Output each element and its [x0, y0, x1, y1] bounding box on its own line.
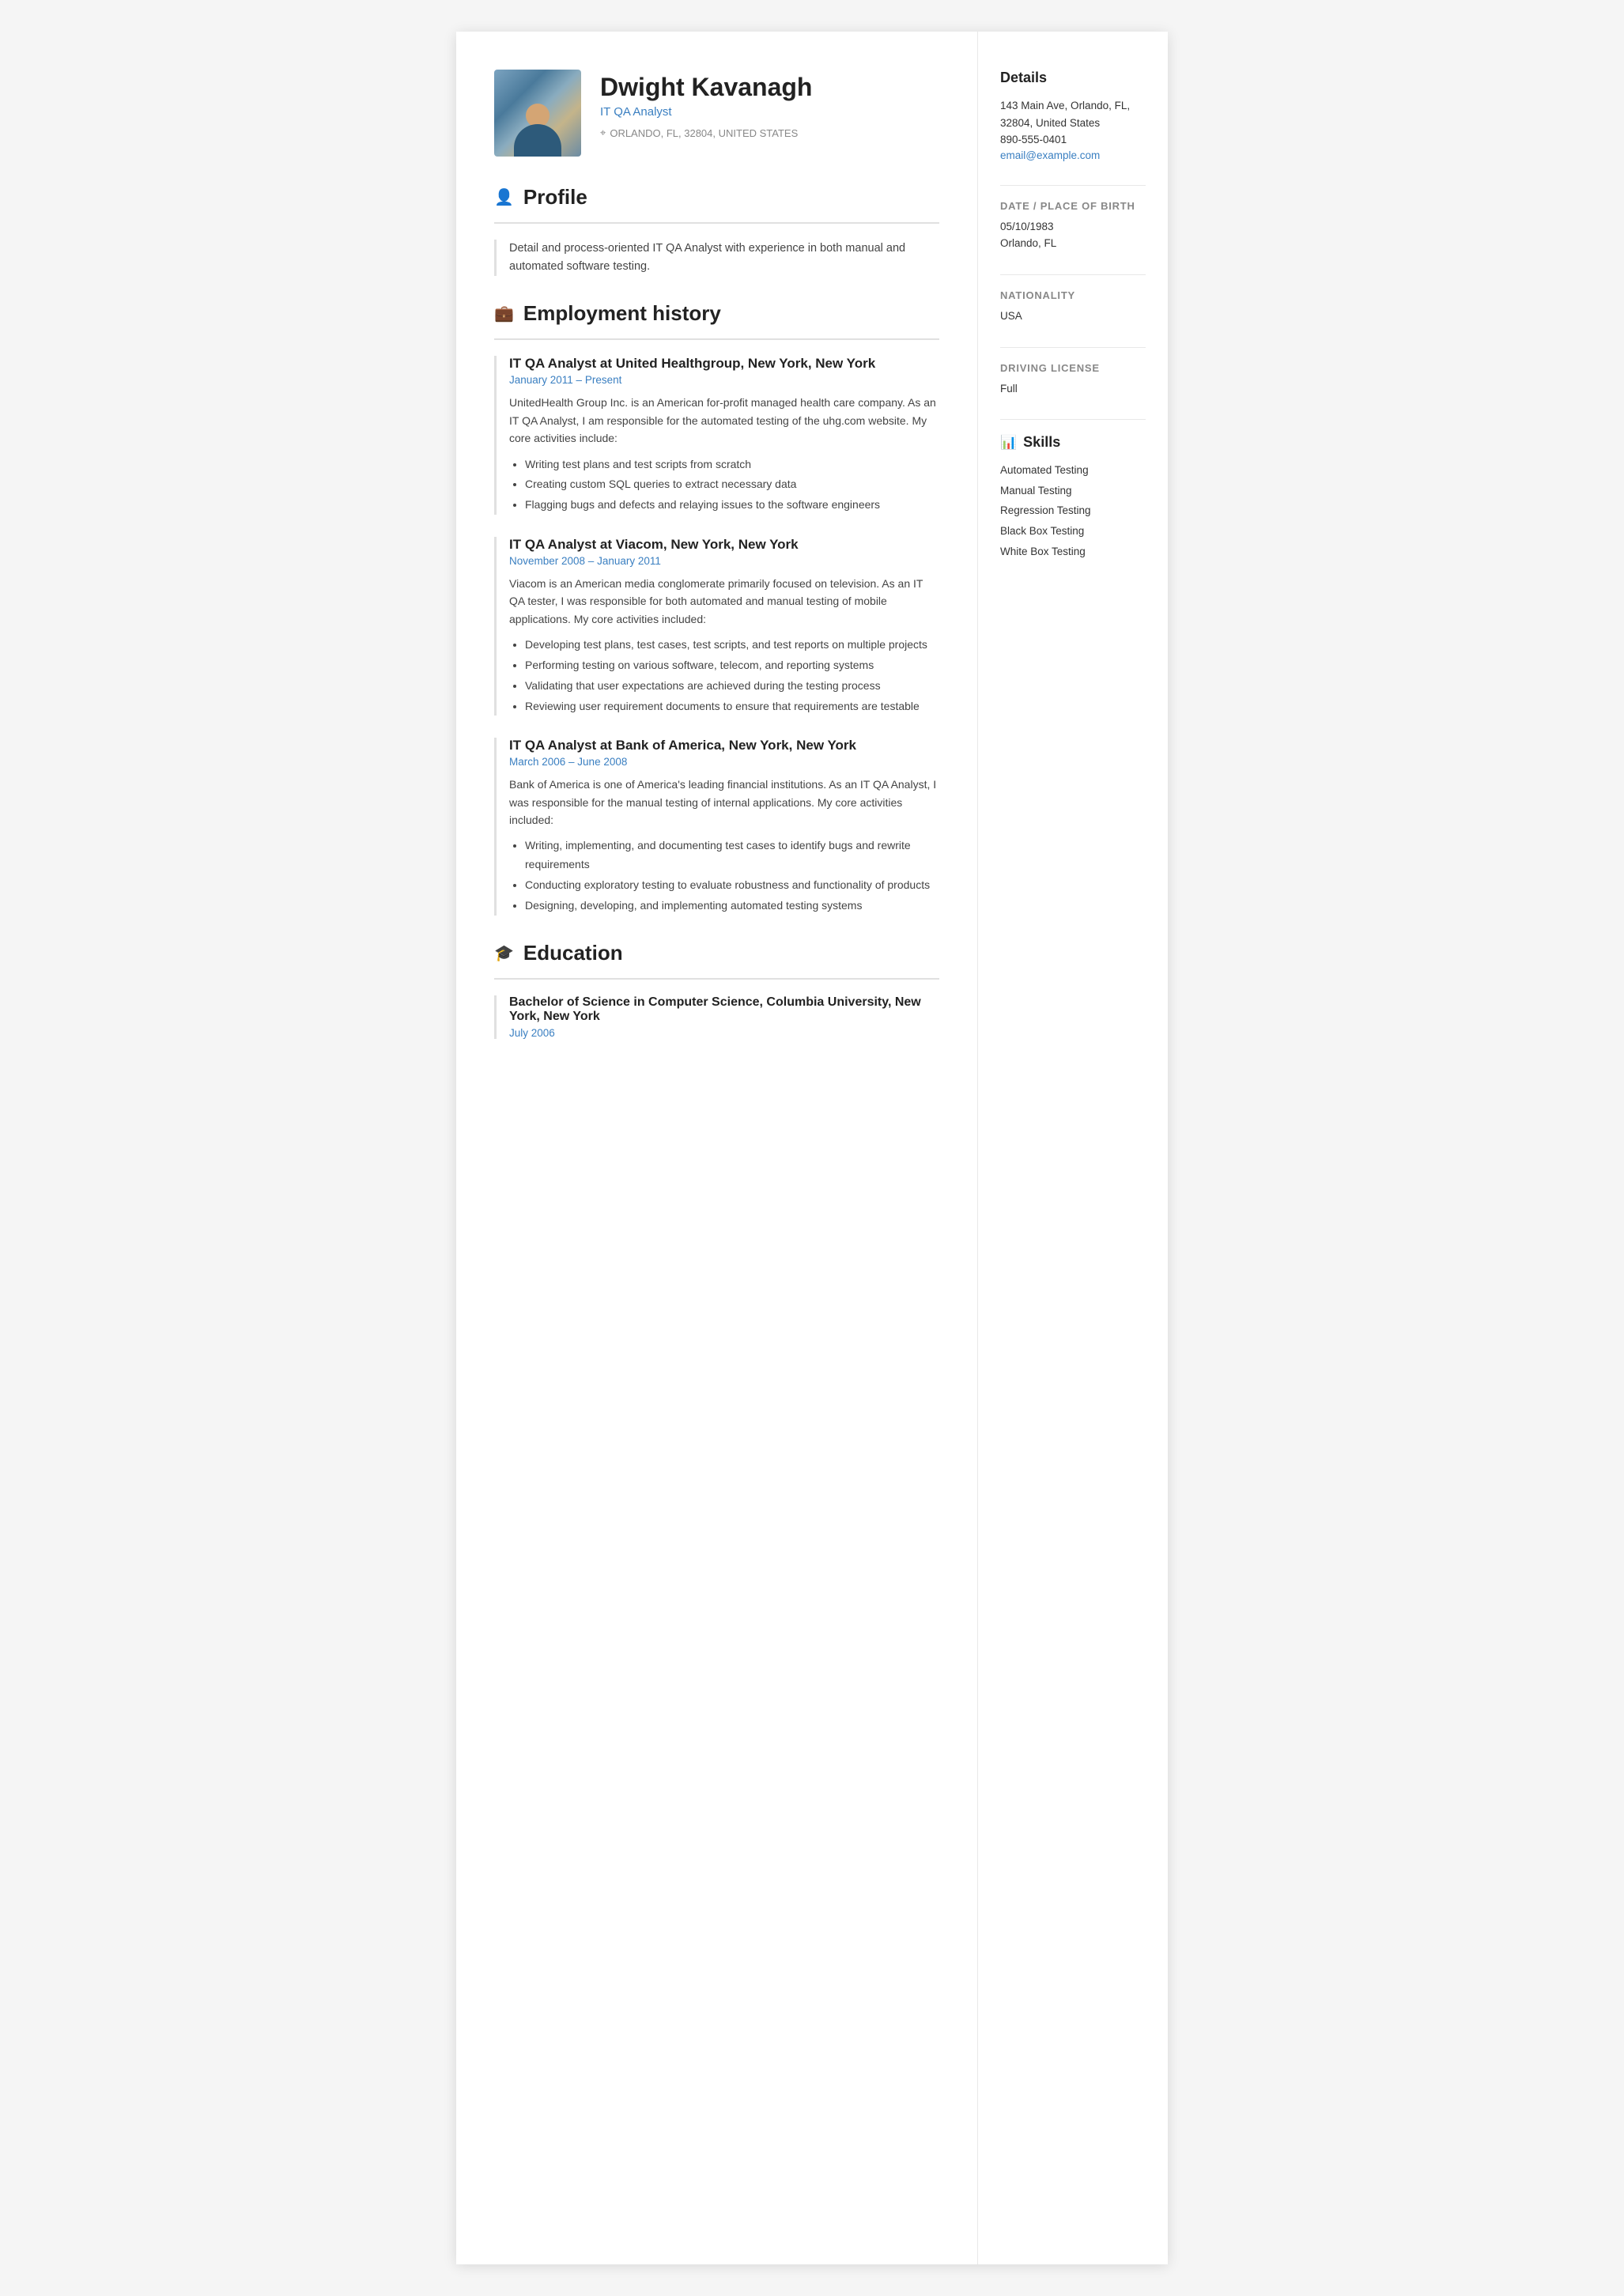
sidebar-license: Full [1000, 380, 1146, 398]
profile-section: 👤 Profile Detail and process-oriented IT… [494, 185, 939, 276]
location-text: ORLANDO, FL, 32804, UNITED STATES [610, 127, 798, 139]
skills-title: Skills [1023, 434, 1060, 451]
job-bullets-3: Writing, implementing, and documenting t… [509, 836, 939, 915]
job-desc-1: UnitedHealth Group Inc. is an American f… [509, 394, 939, 447]
job-title-1: IT QA Analyst at United Healthgroup, New… [509, 356, 939, 372]
sidebar-dob: 05/10/1983 [1000, 218, 1146, 236]
license-label: DRIVING LICENSE [1000, 362, 1146, 374]
education-divider [494, 978, 939, 980]
job-entry-3: IT QA Analyst at Bank of America, New Yo… [494, 738, 939, 915]
job-title-3: IT QA Analyst at Bank of America, New Yo… [509, 738, 939, 753]
job-bullet-2-4: Reviewing user requirement documents to … [525, 697, 939, 716]
edu-entry-1: Bachelor of Science in Computer Science,… [494, 995, 939, 1039]
profile-icon: 👤 [494, 187, 514, 207]
avatar-body [514, 124, 561, 157]
nationality-section: NATIONALITY USA [1000, 289, 1146, 325]
job-bullet-1-2: Creating custom SQL queries to extract n… [525, 475, 939, 494]
avatar [494, 70, 581, 157]
education-title: Education [523, 941, 623, 965]
profile-title: Profile [523, 185, 587, 210]
header-info: Dwight Kavanagh IT QA Analyst ⌖ ORLANDO,… [600, 70, 939, 139]
employment-heading: 💼 Employment history [494, 301, 939, 326]
skills-heading: 📊 Skills [1000, 434, 1146, 451]
sidebar-divider-1 [1000, 185, 1146, 186]
sidebar-nationality: USA [1000, 308, 1146, 325]
location-icon: ⌖ [600, 127, 606, 139]
sidebar-email[interactable]: email@example.com [1000, 149, 1100, 161]
job-bullet-1-1: Writing test plans and test scripts from… [525, 455, 939, 474]
dob-section: DATE / PLACE OF BIRTH 05/10/1983 Orlando… [1000, 200, 1146, 252]
skill-4: Black Box Testing [1000, 521, 1146, 542]
job-bullet-2-2: Performing testing on various software, … [525, 656, 939, 675]
skill-1: Automated Testing [1000, 460, 1146, 481]
skill-3: Regression Testing [1000, 500, 1146, 521]
job-title-2: IT QA Analyst at Viacom, New York, New Y… [509, 537, 939, 553]
main-column: Dwight Kavanagh IT QA Analyst ⌖ ORLANDO,… [456, 32, 978, 2264]
job-bullets-2: Developing test plans, test cases, test … [509, 636, 939, 716]
job-entry-2: IT QA Analyst at Viacom, New York, New Y… [494, 537, 939, 716]
dob-label: DATE / PLACE OF BIRTH [1000, 200, 1146, 212]
job-entry-1: IT QA Analyst at United Healthgroup, New… [494, 356, 939, 515]
sidebar-divider-3 [1000, 347, 1146, 348]
employment-title: Employment history [523, 301, 721, 326]
job-bullet-2-1: Developing test plans, test cases, test … [525, 636, 939, 655]
job-bullet-1-3: Flagging bugs and defects and relaying i… [525, 496, 939, 515]
job-bullet-3-2: Conducting exploratory testing to evalua… [525, 876, 939, 895]
job-dates-1: January 2011 – Present [509, 374, 939, 386]
skills-section: 📊 Skills Automated Testing Manual Testin… [1000, 434, 1146, 561]
job-bullet-3-1: Writing, implementing, and documenting t… [525, 836, 939, 874]
sidebar-divider-4 [1000, 419, 1146, 420]
skill-5: White Box Testing [1000, 542, 1146, 562]
details-title: Details [1000, 70, 1146, 86]
sidebar-address: 143 Main Ave, Orlando, FL, 32804, United… [1000, 97, 1146, 131]
candidate-name: Dwight Kavanagh [600, 73, 939, 102]
education-icon: 🎓 [494, 943, 514, 963]
nationality-label: NATIONALITY [1000, 289, 1146, 301]
job-desc-3: Bank of America is one of America's lead… [509, 776, 939, 829]
education-section: 🎓 Education Bachelor of Science in Compu… [494, 941, 939, 1039]
education-heading: 🎓 Education [494, 941, 939, 965]
edu-degree-1: Bachelor of Science in Computer Science,… [509, 995, 939, 1024]
job-dates-3: March 2006 – June 2008 [509, 756, 939, 768]
resume-page: Dwight Kavanagh IT QA Analyst ⌖ ORLANDO,… [456, 32, 1168, 2264]
details-section: Details 143 Main Ave, Orlando, FL, 32804… [1000, 70, 1146, 163]
employment-divider [494, 338, 939, 340]
job-bullets-1: Writing test plans and test scripts from… [509, 455, 939, 515]
job-dates-2: November 2008 – January 2011 [509, 555, 939, 567]
candidate-title: IT QA Analyst [600, 105, 939, 119]
header: Dwight Kavanagh IT QA Analyst ⌖ ORLANDO,… [494, 70, 939, 157]
profile-divider [494, 222, 939, 224]
candidate-location: ⌖ ORLANDO, FL, 32804, UNITED STATES [600, 127, 939, 139]
sidebar-dob-place: Orlando, FL [1000, 235, 1146, 252]
profile-text: Detail and process-oriented IT QA Analys… [494, 240, 939, 276]
license-section: DRIVING LICENSE Full [1000, 362, 1146, 398]
sidebar-phone: 890-555-0401 [1000, 131, 1146, 149]
skills-icon: 📊 [1000, 435, 1017, 451]
profile-heading: 👤 Profile [494, 185, 939, 210]
skill-2: Manual Testing [1000, 481, 1146, 501]
job-bullet-3-3: Designing, developing, and implementing … [525, 897, 939, 916]
sidebar-divider-2 [1000, 274, 1146, 275]
edu-date-1: July 2006 [509, 1027, 939, 1039]
employment-section: 💼 Employment history IT QA Analyst at Un… [494, 301, 939, 915]
employment-icon: 💼 [494, 304, 514, 323]
sidebar: Details 143 Main Ave, Orlando, FL, 32804… [978, 32, 1168, 2264]
job-bullet-2-3: Validating that user expectations are ac… [525, 677, 939, 696]
avatar-person [514, 97, 561, 157]
job-desc-2: Viacom is an American media conglomerate… [509, 575, 939, 628]
